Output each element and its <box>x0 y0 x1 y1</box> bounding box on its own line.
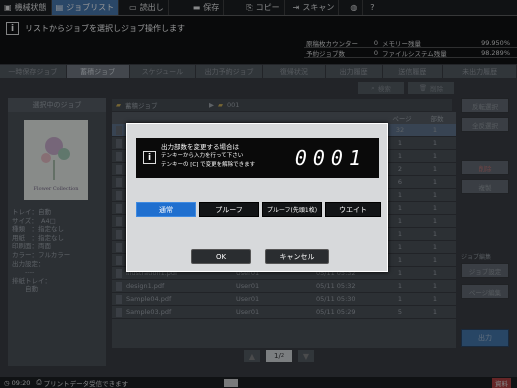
ok-button[interactable]: OK <box>191 249 251 264</box>
mode-proof-button[interactable]: プルーフ <box>199 202 259 217</box>
info-icon: i <box>143 151 156 164</box>
mode-proof-first-button[interactable]: プルーフ(先頭1枚) <box>262 202 322 217</box>
dialog-message-panel: i 出力部数を変更する場合は テンキーから入力を行って下さい テンキーの [C]… <box>136 138 379 178</box>
output-mode-options: 通常 プルーフ プルーフ(先頭1枚) ウエイト <box>136 202 381 217</box>
copy-count-display: 0001 <box>294 146 367 170</box>
cancel-button[interactable]: キャンセル <box>265 249 329 264</box>
mode-normal-button[interactable]: 通常 <box>136 202 196 217</box>
output-mode-dialog: i 出力部数を変更する場合は テンキーから入力を行って下さい テンキーの [C]… <box>126 123 388 272</box>
mode-wait-button[interactable]: ウエイト <box>325 202 381 217</box>
dialog-message: 出力部数を変更する場合は テンキーから入力を行って下さい テンキーの [C] で… <box>161 143 256 168</box>
